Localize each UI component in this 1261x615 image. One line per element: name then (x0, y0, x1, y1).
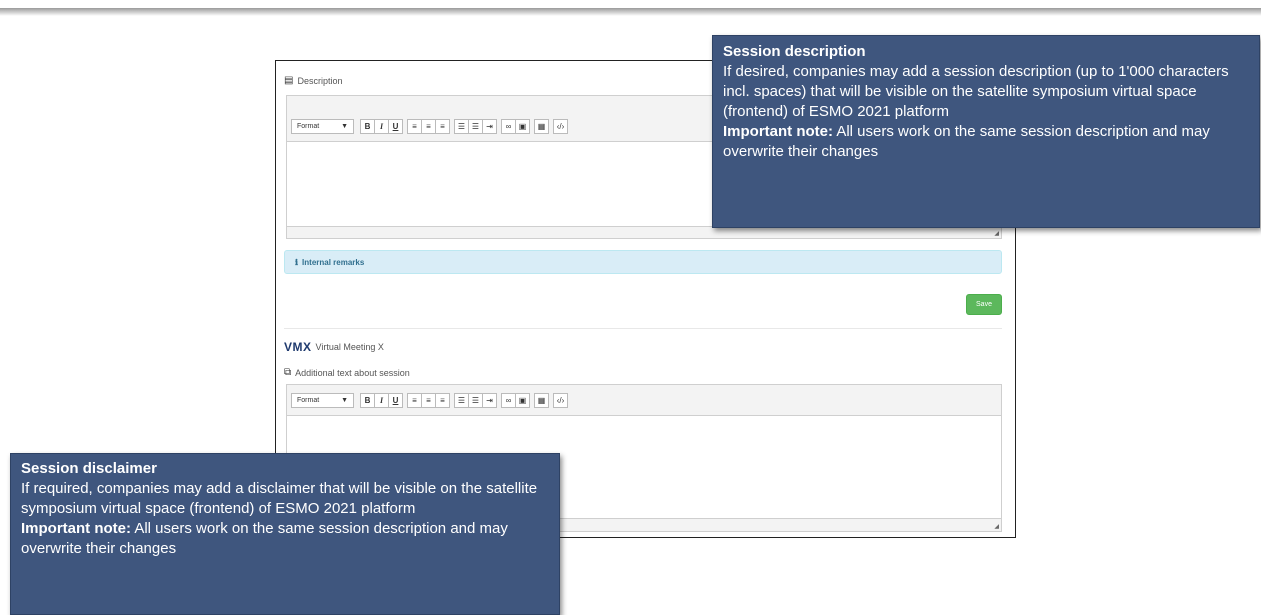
source-code-icon[interactable]: ‹/› (553, 392, 568, 408)
top-shadow-bar (0, 8, 1261, 16)
resize-handle-icon[interactable]: ◢ (994, 230, 999, 237)
caret-down-icon: ▼ (341, 122, 348, 130)
bullet-list-icon[interactable]: ☰ (454, 392, 469, 408)
description-label-text: Description (297, 75, 343, 86)
table-icon[interactable]: ▦ (534, 118, 549, 134)
caret-down-icon: ▼ (341, 396, 348, 404)
bullet-list-icon[interactable]: ☰ (454, 118, 469, 134)
align-center-icon[interactable]: ≡ (421, 118, 436, 134)
source-code-icon[interactable]: ‹/› (553, 118, 568, 134)
table-icon[interactable]: ▦ (534, 392, 549, 408)
link-icon[interactable]: ∞ (501, 392, 516, 408)
callout-disclaimer-note-label: Important note: (21, 520, 131, 537)
callout-disclaimer-body: If required, companies may add a disclai… (21, 480, 538, 517)
section-divider (284, 328, 1002, 329)
callout-description-body: If desired, companies may add a session … (723, 63, 1229, 120)
bold-button[interactable]: B (360, 392, 375, 408)
callout-description-note: Important note: All users work on the sa… (723, 122, 1249, 162)
align-left-icon[interactable]: ≡ (407, 118, 422, 134)
internal-remarks-label: Internal remarks (302, 257, 365, 267)
callout-description-title: Session description (723, 43, 866, 60)
align-center-icon[interactable]: ≡ (421, 392, 436, 408)
underline-button[interactable]: U (388, 118, 403, 134)
indent-icon[interactable]: ⇥ (482, 118, 497, 134)
format-dropdown[interactable]: Format ▼ (291, 392, 354, 408)
italic-button[interactable]: I (374, 118, 389, 134)
callout-session-disclaimer: Session disclaimer If required, companie… (10, 453, 560, 615)
align-right-icon[interactable]: ≡ (435, 118, 450, 134)
additional-text-label: ⧉ Additional text about session (284, 367, 410, 378)
image-icon[interactable]: ▣ (515, 118, 530, 134)
callout-session-description: Session description If desired, companie… (712, 35, 1260, 228)
numbered-list-icon[interactable]: ☰ (468, 118, 483, 134)
vmx-header: VMX Virtual Meeting X (284, 340, 384, 354)
align-left-icon[interactable]: ≡ (407, 392, 422, 408)
format-dropdown[interactable]: Format ▼ (291, 118, 354, 134)
description-label: ▤ Description (284, 75, 342, 86)
callout-description-note-label: Important note: (723, 123, 833, 140)
align-right-icon[interactable]: ≡ (435, 392, 450, 408)
indent-icon[interactable]: ⇥ (482, 392, 497, 408)
vmx-name: Virtual Meeting X (315, 342, 384, 352)
save-button[interactable]: Save (966, 294, 1002, 315)
link-icon[interactable]: ∞ (501, 118, 516, 134)
callout-disclaimer-title: Session disclaimer (21, 460, 157, 477)
info-icon: ℹ (295, 257, 299, 267)
vmx-logo: VMX (284, 340, 312, 354)
underline-button[interactable]: U (388, 392, 403, 408)
bold-button[interactable]: B (360, 118, 375, 134)
callout-disclaimer-note: Important note: All users work on the sa… (21, 519, 549, 559)
additional-toolbar: Format ▼ B I U ≡ ≡ ≡ ☰ ☰ ⇥ ∞ ▣ ▦ ‹/› (287, 385, 1001, 415)
resize-handle-icon[interactable]: ◢ (994, 523, 999, 530)
additional-text-label-text: Additional text about session (295, 367, 410, 378)
numbered-list-icon[interactable]: ☰ (468, 392, 483, 408)
image-icon[interactable]: ▣ (515, 392, 530, 408)
list-icon: ▤ (284, 75, 294, 86)
internal-remarks-bar[interactable]: ℹ Internal remarks (284, 250, 1002, 274)
copy-icon: ⧉ (284, 367, 292, 378)
format-dropdown-label: Format (297, 122, 320, 130)
format-dropdown-label: Format (297, 396, 320, 404)
italic-button[interactable]: I (374, 392, 389, 408)
